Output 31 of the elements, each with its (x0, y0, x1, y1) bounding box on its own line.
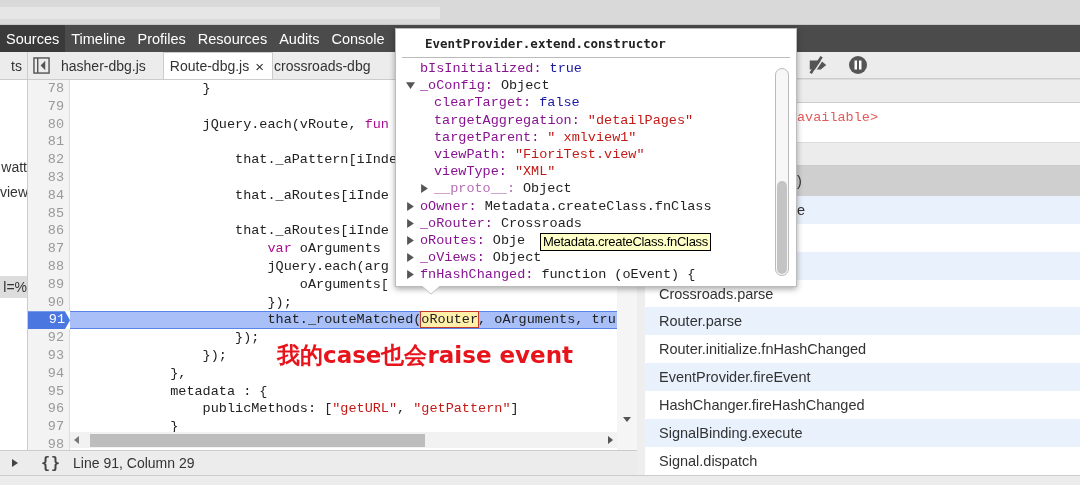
code-line: that._aPattern[iInde (234, 151, 398, 169)
code-line: } (201, 80, 211, 98)
property-text: targetAggregation: "detailPages" (434, 112, 694, 128)
code-line: }); (201, 346, 227, 365)
code-line: }); (234, 329, 260, 347)
code-line: jQuery.each(arg (266, 257, 389, 276)
code-line: }, (169, 364, 187, 383)
tooltip: Metadata.createClass.fnClass (540, 233, 711, 251)
code-line: publicMethods: ["getURL", "getPattern"] (201, 400, 519, 419)
property-text: bIsInitialized: true (420, 61, 582, 77)
annotation-text: 我的case也会raise event (277, 341, 574, 370)
property-text: _oViews: Object (420, 250, 542, 266)
code-line: metadata : { (169, 382, 268, 401)
code-line: that._aRoutes[iInde (234, 222, 389, 241)
property-text: viewType: "XML" (434, 164, 556, 180)
property-text: _oConfig: Object (420, 78, 550, 94)
code-line: }); (266, 293, 292, 312)
code-line: that._aRoutes[iInde (234, 186, 389, 205)
code-line: oArguments[ (298, 275, 389, 294)
code-line: jQuery.each(vRoute, fun (201, 115, 389, 134)
property-text: targetParent: " xmlview1" (434, 129, 637, 145)
property-text: viewPath: "FioriTest.view" (434, 147, 645, 163)
property-text: _oRouter: Crossroads (420, 215, 582, 231)
property-text: __proto__: Object (434, 181, 572, 197)
code-line: var oArguments (266, 240, 381, 258)
popover-title: EventProvider.extend.constructor (424, 35, 667, 53)
property-text: oRoutes: Obje (420, 232, 526, 248)
scope-message: available> (797, 109, 878, 125)
property-text: fnHashChanged: function (oEvent) { (420, 267, 696, 283)
property-text: clearTarget: false (434, 95, 580, 111)
cursor-position: Line 91, Column 29 (73, 455, 195, 471)
